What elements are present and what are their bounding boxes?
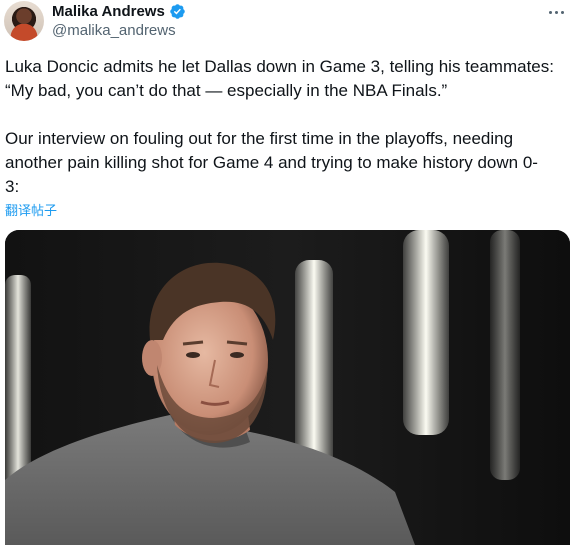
author-handle[interactable]: @malika_andrews [52,22,176,39]
author-name[interactable]: Malika Andrews [52,3,165,20]
post-text-line: Our interview on fouling out for the fir… [5,129,514,148]
post-media-image[interactable] [5,230,570,545]
avatar[interactable] [4,1,44,41]
post-text-line: another pain killing shot for Game 4 and… [5,153,538,172]
verified-badge-icon [170,3,185,19]
translate-post-link[interactable]: 翻译帖子 [5,200,57,219]
interview-photo [5,230,570,545]
post-text: Luka Doncic admits he let Dallas down in… [5,55,571,199]
author-name-row: Malika Andrews [52,1,186,21]
post-text-line: “My bad, you can’t do that — especially … [5,81,448,100]
post-header: Malika Andrews @malika_andrews [0,0,576,44]
more-options-icon[interactable] [544,2,568,22]
post-text-line: Luka Doncic admits he let Dallas down in… [5,57,554,76]
post-text-line: 3: [5,177,20,196]
